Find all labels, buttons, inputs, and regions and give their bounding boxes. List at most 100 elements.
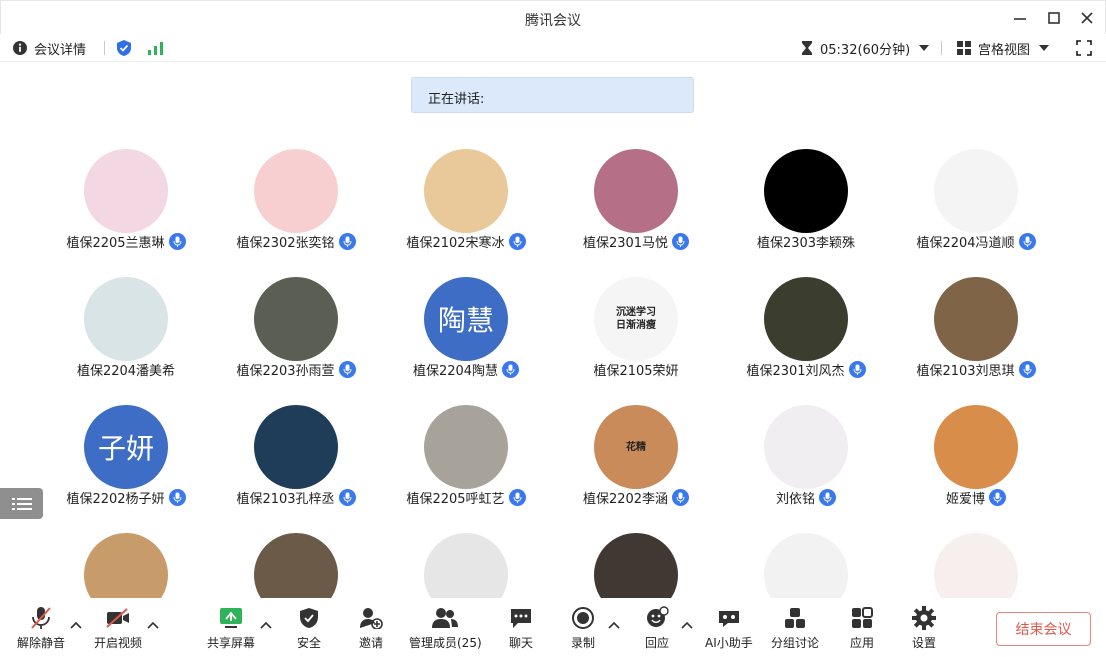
ai-assistant-button[interactable]: AI小助手: [705, 606, 753, 654]
record-button[interactable]: 录制: [569, 606, 597, 654]
participant-tile[interactable]: 植保2204冯道顺: [890, 146, 1062, 274]
apps-button[interactable]: 应用: [848, 606, 876, 654]
invite-button[interactable]: 邀请: [357, 606, 385, 654]
start-video-button[interactable]: 开启视频: [94, 606, 142, 654]
participant-name-row: 姬爱博: [890, 488, 1062, 507]
participant-tile[interactable]: 沉迷学习日渐消瘦植保2105荣妍: [550, 274, 722, 402]
participant-tile[interactable]: 植保2303李颖殊: [720, 146, 892, 274]
gear-icon: [912, 606, 936, 630]
avatar: [764, 405, 848, 489]
share-screen-button[interactable]: 共享屏幕: [207, 606, 255, 654]
hourglass-icon: [802, 41, 812, 55]
breakout-rooms-button[interactable]: 分组讨论: [771, 606, 819, 654]
participant-name-row: 植保2102宋寒冰: [380, 232, 552, 251]
meeting-info-label: 会议详情: [34, 42, 87, 58]
mic-status-icon: [819, 489, 836, 506]
toolbar-divider: [104, 41, 105, 55]
participant-name: 植保2202李涵: [582, 492, 669, 507]
participant-tile[interactable]: 植保2205呼虹艺: [380, 402, 552, 530]
participant-tile[interactable]: [550, 530, 722, 598]
participant-name-row: 植保2302张奕铭: [210, 232, 382, 251]
close-button[interactable]: [1075, 7, 1099, 29]
security-status[interactable]: [116, 38, 132, 58]
avatar: [424, 533, 508, 598]
mic-status-icon: [1018, 361, 1036, 378]
chevron-up-icon: [681, 621, 693, 629]
participant-tile[interactable]: 陶慧 植保2204陶慧: [380, 274, 552, 402]
mic-status-icon: [338, 489, 356, 506]
avatar: [254, 405, 338, 489]
participant-tile[interactable]: 植保2102宋寒冰: [380, 146, 552, 274]
participant-tile[interactable]: 植保2103刘思琪: [890, 274, 1062, 402]
fullscreen-button[interactable]: [1076, 38, 1092, 58]
chat-label: 聊天: [508, 636, 533, 650]
minimize-button[interactable]: [1008, 7, 1032, 29]
participant-name-row: 植保2204潘美希: [40, 360, 212, 379]
participant-name: 姬爱博: [945, 492, 985, 507]
record-label: 录制: [570, 636, 595, 650]
network-status[interactable]: [147, 38, 165, 58]
avatar-text: 陶慧: [437, 304, 494, 337]
settings-button[interactable]: 设置: [910, 606, 938, 654]
participant-tile[interactable]: [40, 530, 212, 598]
participant-tile[interactable]: 植保2205兰惠琳: [40, 146, 212, 274]
meeting-timer[interactable]: 05:32(60分钟): [800, 38, 930, 58]
audio-options-button[interactable]: [70, 620, 82, 630]
record-options-button[interactable]: [608, 620, 620, 630]
toolbar-divider: [941, 41, 942, 55]
participant-tile[interactable]: 刘依铭: [720, 402, 892, 530]
participant-tile[interactable]: 姬爱博: [890, 402, 1062, 530]
avatar: [764, 533, 848, 598]
participant-tile[interactable]: 植保2302张奕铭: [210, 146, 382, 274]
chat-button[interactable]: 聊天: [507, 606, 535, 654]
mic-status-icon: [508, 233, 526, 250]
share-screen-icon: [220, 608, 242, 628]
participant-tile[interactable]: 植保2301刘风杰: [720, 274, 892, 402]
reaction-options-button[interactable]: [681, 620, 693, 630]
avatar: [424, 149, 508, 233]
participant-name-row: 植保2301马悦: [550, 232, 722, 251]
participant-tile[interactable]: [210, 530, 382, 598]
meeting-info-button[interactable]: 会议详情: [12, 38, 86, 58]
participant-tile[interactable]: 植保2103孔梓丞: [210, 402, 382, 530]
participant-tile[interactable]: 子妍 植保2202杨子妍: [40, 402, 212, 530]
participant-tile[interactable]: [890, 530, 1062, 598]
avatar-caption: 日渐消瘦: [616, 320, 656, 331]
video-off-icon: [106, 608, 129, 628]
info-icon: [13, 41, 27, 55]
video-options-button[interactable]: [147, 620, 159, 630]
mic-status-icon: [1018, 233, 1036, 250]
participant-name: 植保2202杨子妍: [66, 492, 165, 507]
chevron-up-icon: [260, 621, 272, 629]
avatar-caption: 花精: [626, 441, 646, 453]
participant-name: 植保2105荣妍: [593, 364, 679, 379]
list-icon: [11, 497, 32, 510]
reaction-button[interactable]: 回应: [643, 606, 671, 654]
title-bar: 腾讯会议: [0, 0, 1106, 34]
avatar: [764, 149, 848, 233]
participant-tile[interactable]: 植保2204潘美希: [40, 274, 212, 402]
avatar: [84, 277, 168, 361]
participant-tile[interactable]: 植保2203孙雨萱: [210, 274, 382, 402]
participant-name-row: 植保2203孙雨萱: [210, 360, 382, 379]
minimize-icon: [1014, 18, 1026, 20]
manage-members-button[interactable]: 管理成员(25): [409, 606, 482, 654]
speaking-label: 正在讲话:: [428, 92, 485, 107]
settings-label: 设置: [911, 636, 936, 650]
view-mode-dropdown[interactable]: 宫格视图: [956, 38, 1050, 58]
maximize-icon: [1048, 12, 1060, 24]
security-button[interactable]: 安全: [295, 606, 323, 654]
unmute-button[interactable]: 解除静音: [17, 606, 65, 654]
maximize-button[interactable]: [1042, 7, 1066, 29]
chevron-up-icon: [70, 621, 82, 629]
participant-name-row: 植保2103孔梓丞: [210, 488, 382, 507]
participant-tile[interactable]: 花精植保2202李涵: [550, 402, 722, 530]
avatar-caption: 沉迷学习: [616, 307, 656, 318]
end-meeting-button[interactable]: 结束会议: [996, 612, 1091, 646]
participant-list-toggle[interactable]: [0, 488, 43, 519]
participant-tile[interactable]: [720, 530, 892, 598]
share-options-button[interactable]: [260, 620, 272, 630]
participant-tile[interactable]: [380, 530, 552, 598]
participant-tile[interactable]: 植保2301马悦: [550, 146, 722, 274]
start-video-label: 开启视频: [94, 636, 143, 650]
